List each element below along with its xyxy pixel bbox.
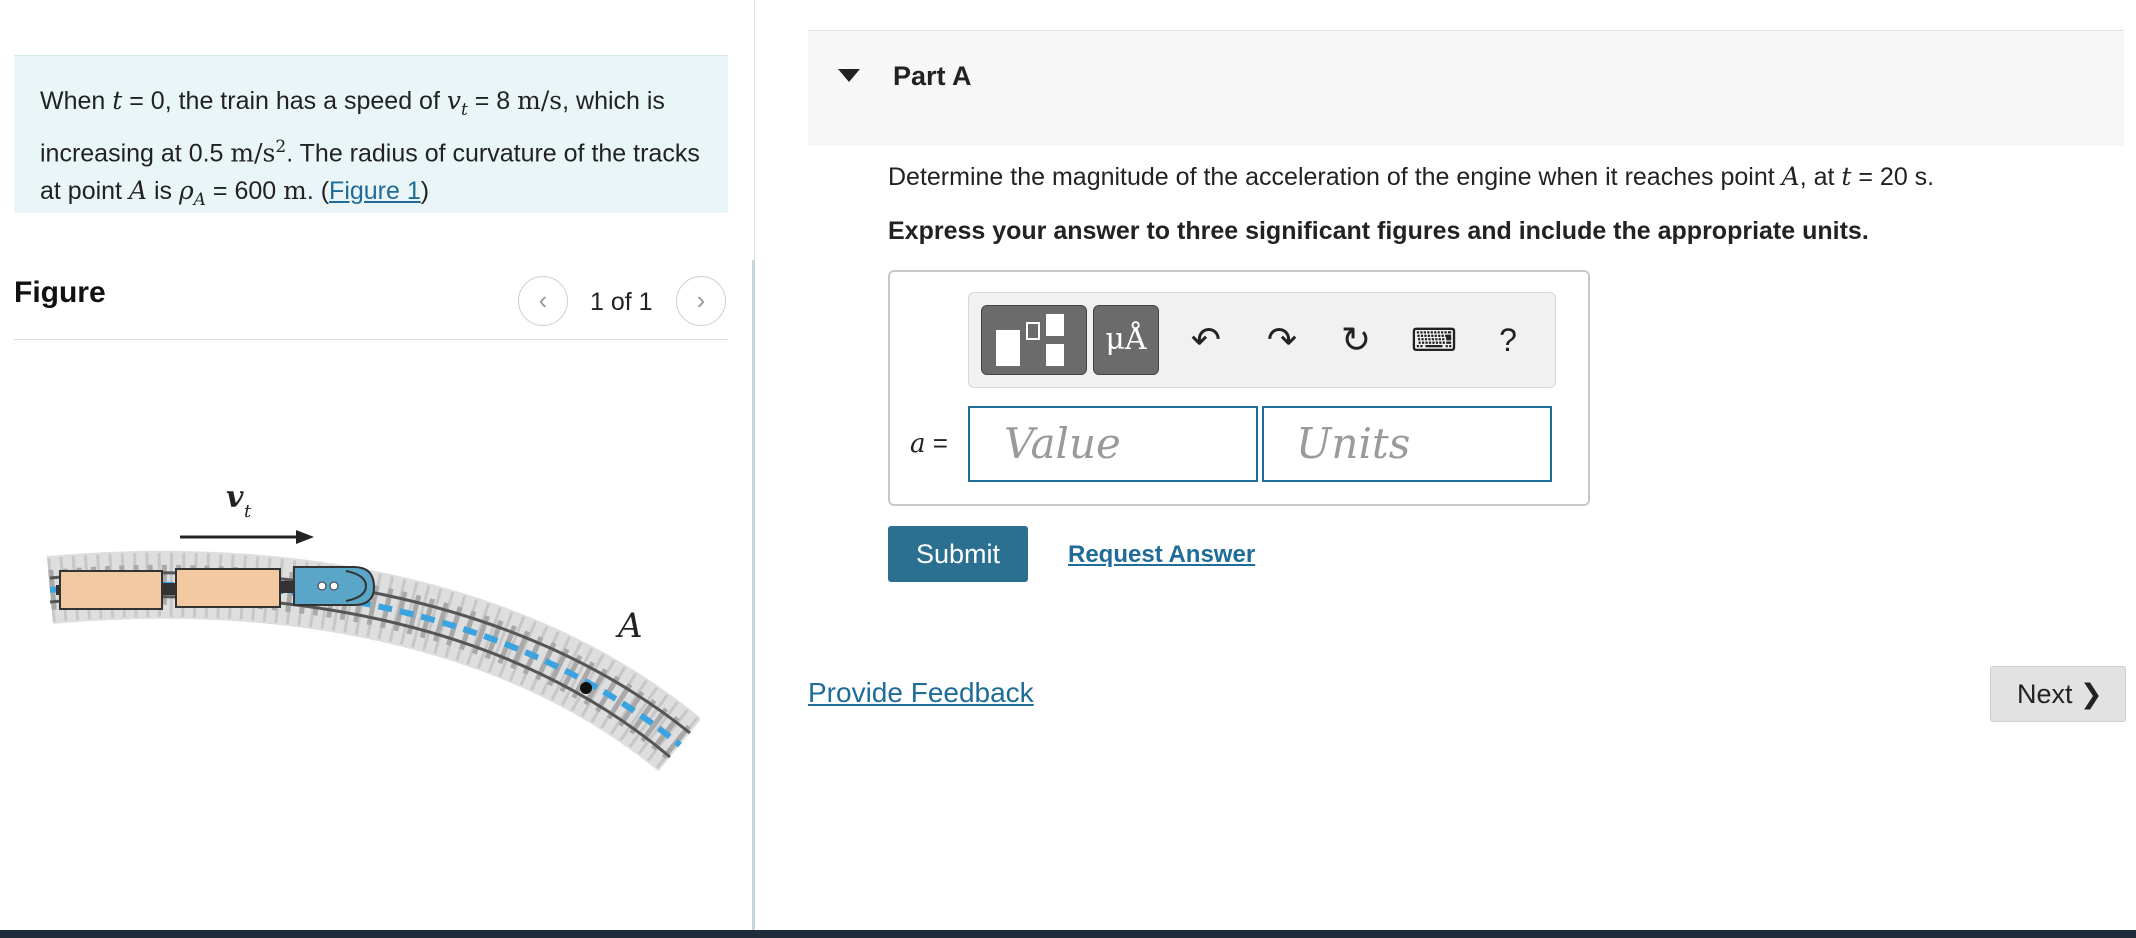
problem-unit-m: m [283,176,307,206]
templates-button[interactable] [981,305,1087,375]
template-numerator-icon [1046,314,1064,336]
question-var-A: A [1781,162,1800,191]
answer-instructions: Express your answer to three significant… [888,217,1869,245]
problem-var-A: A [128,176,148,206]
problem-text-9: ) [420,177,430,206]
chevron-right-icon: › [696,285,706,315]
next-label: Next [2017,679,2073,709]
train-figure: v t A [40,475,702,805]
math-toolbar: μÅ ↶ ↷ ↻ ⌨ ? [968,292,1556,388]
problem-unit-exp: 2 [275,137,287,157]
problem-var-t: t [112,86,123,115]
answer-equals: = [925,428,948,458]
help-icon[interactable]: ? [1483,315,1533,365]
submit-button[interactable]: Submit [888,526,1028,582]
train-illustration: v t A [46,480,702,772]
template-denominator-icon [1046,344,1064,366]
problem-unit-ms: m/s [517,86,563,115]
problem-text-6: is [147,177,179,206]
previous-figure-button[interactable]: ‹ [518,276,568,326]
velocity-subscript: t [244,501,252,522]
point-A-marker [580,682,592,694]
question-text-2: , at [1799,163,1842,191]
problem-var-rho-sub: A [193,190,206,211]
problem-var-rho: ρ [178,176,194,206]
problem-var-v: v [446,86,461,115]
answer-variable-label: a = [910,428,948,459]
chevron-right-icon: ❯ [2080,679,2103,709]
problem-statement: When t = 0, the train has a speed of vt … [14,55,728,213]
train [56,566,376,610]
request-answer-link[interactable]: Request Answer [1068,541,1255,569]
answer-box: μÅ ↶ ↷ ↻ ⌨ ? a = Value Units [888,270,1590,506]
undo-icon[interactable]: ↶ [1181,315,1231,365]
value-input[interactable]: Value [968,406,1258,482]
velocity-arrowhead [296,530,314,544]
question-text-1: Determine the magnitude of the accelerat… [888,163,1782,191]
problem-text-2: = 0, the train has a speed of [122,87,447,115]
keyboard-icon[interactable]: ⌨ [1409,315,1459,365]
units-button[interactable]: μÅ [1093,305,1159,375]
problem-text-7: = 600 [205,177,284,206]
redo-icon[interactable]: ↷ [1257,315,1307,365]
caret-down-icon[interactable] [838,69,860,82]
answer-variable: a [910,429,926,459]
problem-text-8: . ( [306,177,330,206]
provide-feedback-link[interactable]: Provide Feedback [808,677,1034,709]
question-text: Determine the magnitude of the accelerat… [888,162,1934,192]
figure-1-link[interactable]: Figure 1 [329,177,421,205]
units-input[interactable]: Units [1262,406,1552,482]
bottom-strip [0,930,2136,938]
chevron-left-icon: ‹ [538,285,548,315]
figure-header: Figure ‹ 1 of 1 › [14,268,728,340]
figure-counter: 1 of 1 [590,288,653,316]
template-block-icon [996,330,1020,366]
problem-unit-ms2: m/s [230,138,276,168]
pane-divider-top [754,0,755,260]
part-title: Part A [893,61,972,91]
question-text-3: = 20 s. [1851,163,1935,191]
left-pane: When t = 0, the train has a speed of vt … [0,0,752,930]
problem-text-1: When [40,87,113,115]
freight-car-2 [175,568,281,608]
template-box-icon [1026,322,1040,340]
freight-car-1 [59,570,163,610]
problem-var-v-sub: t [460,100,468,120]
question-var-t: t [1841,162,1852,191]
pane-divider[interactable] [752,260,755,932]
next-button[interactable]: Next ❯ [1990,666,2126,722]
reset-icon[interactable]: ↻ [1331,315,1381,365]
figure-title: Figure [14,276,106,309]
part-a-header[interactable]: Part A [808,30,2124,146]
problem-text-3: = 8 [467,87,518,115]
next-figure-button[interactable]: › [676,276,726,326]
point-A-label: A [615,606,643,646]
velocity-label: v [226,480,244,515]
